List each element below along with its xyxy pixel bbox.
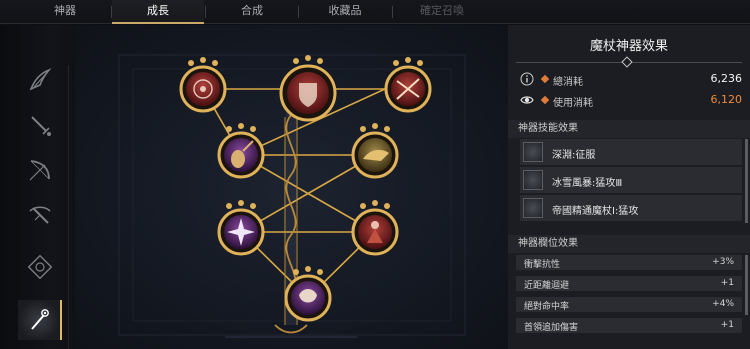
tab-collection[interactable]: 收藏品 (298, 0, 392, 24)
top-tab-bar: 神器 成長 合成 收藏品 確定召喚 (0, 0, 750, 24)
attr-name: 近距離迴避 (524, 281, 570, 291)
eye-icon[interactable] (520, 93, 534, 107)
skills-section-header: 神器技能效果 (508, 120, 750, 138)
tab-confirm-summon[interactable]: 確定召喚 (392, 0, 492, 24)
tree-node[interactable] (351, 208, 399, 256)
rail-item-staff[interactable] (18, 300, 62, 340)
snowstorm-skill-icon (523, 170, 543, 190)
title-diamond-ornament (621, 56, 633, 68)
skill-row[interactable]: 冰雪風暴:猛攻Ⅲ (520, 167, 742, 193)
attr-name: 絕對命中率 (524, 302, 570, 312)
attr-row: 衝擊抗性 +3% (516, 255, 742, 270)
attr-row: 絕對命中率 +4% (516, 297, 742, 312)
attrs-section-header: 神器欄位效果 (508, 235, 750, 253)
crossbow-icon (29, 206, 51, 224)
rail-item-crossbow[interactable] (18, 195, 62, 235)
stat-label: 使用消耗 (553, 98, 593, 109)
attrs-scrollbar[interactable] (745, 255, 748, 315)
skill-label: 冰雪風暴:猛攻Ⅲ (552, 178, 623, 189)
skill-row[interactable]: 帝國精通魔杖Ⅰ:猛攻 (520, 195, 742, 221)
panel-title: 魔杖神器效果 (589, 39, 668, 54)
stat-used-cost: 使用消耗 6,120 (520, 93, 742, 109)
skill-label: 帝國精通魔杖Ⅰ:猛攻 (552, 206, 639, 217)
stat-bullet-icon (540, 74, 550, 84)
stat-total-cost: 總消耗 6,236 (520, 72, 742, 88)
sword-icon (31, 116, 51, 136)
attr-name: 衝擊抗性 (524, 260, 561, 270)
skills-scrollbar[interactable] (745, 139, 748, 223)
attr-row: 首領追加傷害 +1 (516, 318, 742, 333)
tree-node[interactable] (279, 64, 337, 122)
tree-node[interactable] (284, 274, 332, 322)
attr-value: +1 (720, 320, 734, 330)
weapon-category-rail (0, 25, 75, 349)
tree-node[interactable] (351, 131, 399, 179)
tree-node[interactable] (384, 65, 432, 113)
staff-icon (31, 309, 49, 330)
stat-bullet-icon (540, 95, 550, 105)
abyss-skill-icon (523, 142, 543, 162)
attr-name: 首領追加傷害 (524, 323, 579, 333)
tree-node[interactable] (217, 208, 265, 256)
staff-skill-icon (523, 198, 543, 218)
rail-divider (68, 65, 69, 349)
bow-icon (29, 160, 50, 181)
artifact-growth-tree (75, 25, 508, 349)
orb-icon (27, 254, 53, 280)
attr-value: +4% (712, 299, 734, 309)
attr-value: +1 (720, 278, 734, 288)
rail-item-sword[interactable] (18, 105, 62, 145)
rail-item-orb[interactable] (18, 247, 62, 287)
stat-value: 6,120 (710, 93, 743, 106)
tab-growth[interactable]: 成長 (112, 0, 204, 24)
attr-value: +3% (712, 257, 734, 267)
tree-node[interactable] (179, 65, 227, 113)
stat-value: 6,236 (710, 72, 743, 85)
tree-node[interactable] (217, 131, 265, 179)
tab-artifact[interactable]: 神器 (20, 0, 110, 24)
skill-label: 深淵:征服 (552, 150, 596, 161)
rail-item-bow[interactable] (18, 150, 62, 190)
attr-row: 近距離迴避 +1 (516, 276, 742, 291)
rail-item-claw[interactable] (18, 60, 62, 100)
tab-synthesis[interactable]: 合成 (206, 0, 298, 24)
claw-icon (29, 68, 52, 91)
tree-canvas (118, 54, 466, 338)
stat-label: 總消耗 (553, 77, 583, 88)
skill-row[interactable]: 深淵:征服 (520, 139, 742, 165)
info-icon[interactable] (520, 72, 534, 86)
effects-panel: 魔杖神器效果 總消耗 6,236 使用消耗 6,120 神器技能效果 深淵:征服… (508, 25, 750, 349)
